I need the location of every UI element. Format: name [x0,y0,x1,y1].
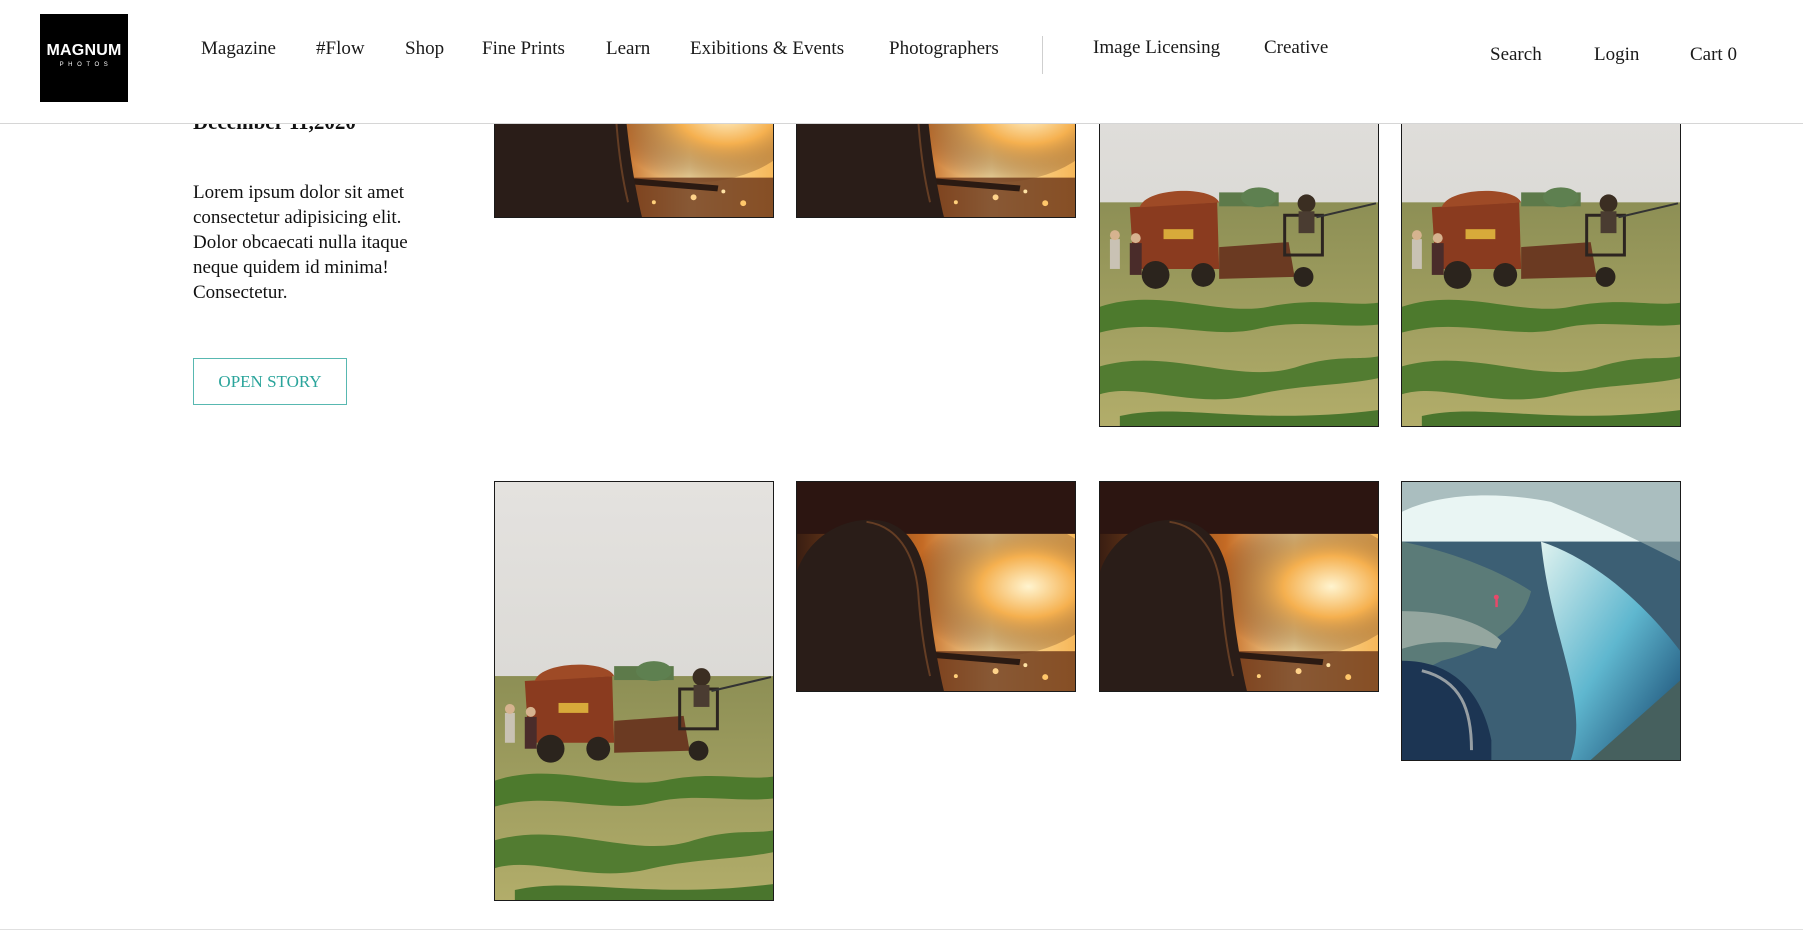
logo-subtext: PHOTOS [59,62,113,68]
magnum-logo[interactable]: MAGNUM PHOTOS [40,14,128,102]
story-description: Lorem ipsum dolor sit amet consectetur a… [193,182,408,303]
hay-baler-field-photo [1100,91,1378,426]
nav-divider [1042,36,1043,74]
search-link[interactable]: Search [1490,44,1542,66]
nav-magazine[interactable]: Magazine [201,38,276,60]
gallery-image[interactable] [494,481,774,901]
nav-photographers[interactable]: Photographers [889,38,999,60]
nav-shop[interactable]: Shop [405,38,444,60]
cart-link[interactable]: Cart 0 [1690,44,1737,66]
fire-silhouette-photo [1100,482,1378,691]
gallery-image[interactable] [1401,90,1681,427]
nav-learn[interactable]: Learn [606,38,650,60]
open-story-button[interactable]: OPEN STORY [193,358,347,405]
nav-exhibitions-events[interactable]: Exibitions & Events [690,38,844,60]
gallery-image[interactable] [1099,90,1379,427]
gallery-image[interactable] [1401,481,1681,761]
site-header: MAGNUM PHOTOS Magazine #Flow Shop Fine P… [0,0,1803,124]
gallery-image[interactable] [796,481,1076,692]
hay-baler-field-photo [495,482,773,900]
page-bottom-divider [0,929,1803,930]
logo-wordmark: MAGNUM [46,42,122,59]
nav-fine-prints[interactable]: Fine Prints [482,38,565,60]
hay-baler-field-photo [1402,91,1680,426]
nav-image-licensing[interactable]: Image Licensing [1093,37,1220,59]
login-link[interactable]: Login [1594,44,1639,66]
nav-flow[interactable]: #Flow [316,38,365,60]
nav-creative[interactable]: Creative [1264,37,1328,59]
fire-silhouette-photo [797,482,1075,691]
fjord-cliff-photo [1402,482,1680,760]
gallery-image[interactable] [1099,481,1379,692]
